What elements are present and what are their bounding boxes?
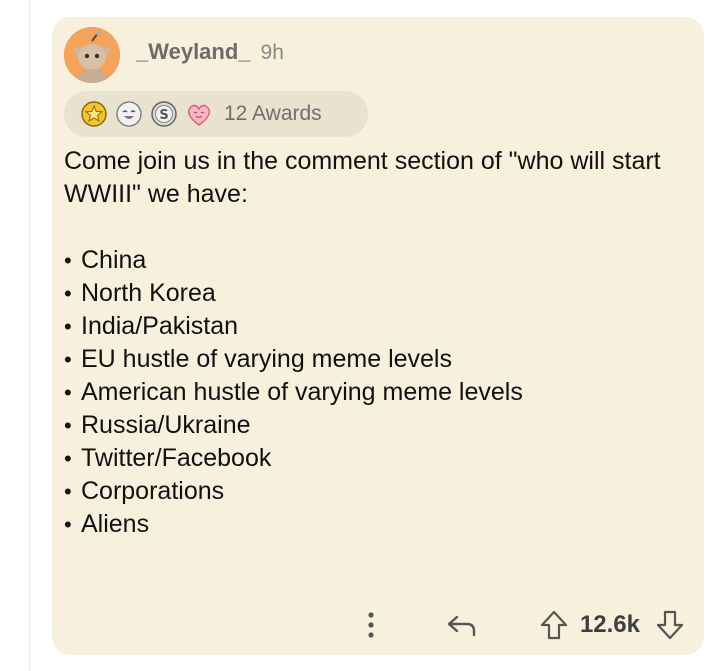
- snoo-avatar-icon: [64, 27, 120, 83]
- thread-line: [29, 0, 30, 671]
- comment-timestamp: 9h: [260, 41, 284, 64]
- gold-star-award-icon: [80, 100, 108, 128]
- list-item-text: EU hustle of varying meme levels: [81, 345, 452, 373]
- awards-pill[interactable]: S 12 Awards: [64, 91, 368, 137]
- list-item-text: Corporations: [81, 477, 225, 505]
- upvote-arrow-icon: [540, 610, 568, 640]
- svg-text:S: S: [159, 108, 168, 123]
- list-item-text: North Korea: [81, 279, 216, 307]
- list-item-text: Twitter/Facebook: [81, 444, 272, 472]
- list-item: • American hustle of varying meme levels: [64, 376, 692, 409]
- list-item: • EU hustle of varying meme levels: [64, 343, 692, 376]
- list-item: • Corporations: [64, 475, 692, 508]
- reply-arrow-icon: [447, 615, 476, 637]
- list-item: • Aliens: [64, 508, 692, 541]
- downvote-arrow-icon: [656, 610, 684, 640]
- awards-count: 12 Awards: [224, 102, 322, 125]
- comment-header: _Weyland_ 9h: [136, 39, 284, 69]
- list-item: • Twitter/Facebook: [64, 442, 692, 475]
- list-item-text: India/Pakistan: [81, 312, 239, 340]
- laughing-face-award-icon: [115, 100, 143, 128]
- bullet-mark: •: [64, 479, 72, 504]
- more-options-button[interactable]: [354, 603, 388, 647]
- upvote-button[interactable]: [536, 603, 572, 647]
- bullet-list: • China • North Korea • India/Pakistan • EU …: [64, 244, 692, 541]
- comment-actions: 12.6k: [354, 603, 688, 647]
- list-item: • China: [64, 244, 692, 277]
- list-item-text: American hustle of varying meme levels: [81, 378, 523, 406]
- vertical-dots-icon: [368, 612, 374, 638]
- bullet-mark: •: [64, 446, 72, 471]
- bullet-mark: •: [64, 413, 72, 438]
- silver-coin-award-icon: S: [150, 100, 178, 128]
- bullet-mark: •: [64, 512, 72, 537]
- downvote-button[interactable]: [652, 603, 688, 647]
- bullet-mark: •: [64, 248, 72, 273]
- list-item-text: Russia/Ukraine: [81, 411, 251, 439]
- bullet-mark: •: [64, 380, 72, 405]
- list-item: • India/Pakistan: [64, 310, 692, 343]
- bullet-mark: •: [64, 347, 72, 372]
- comment-intro: Come join us in the comment section of "…: [64, 147, 661, 208]
- list-item: • North Korea: [64, 277, 692, 310]
- list-item-text: Aliens: [81, 510, 150, 538]
- reply-button[interactable]: [440, 603, 484, 647]
- username-link[interactable]: _Weyland_: [136, 39, 251, 65]
- heart-face-award-icon: [185, 100, 213, 128]
- list-item: • Russia/Ukraine: [64, 409, 692, 442]
- list-item-text: China: [81, 246, 147, 274]
- vote-score: 12.6k: [579, 611, 640, 638]
- comment-body: Come join us in the comment section of "…: [64, 145, 692, 541]
- bullet-mark: •: [64, 281, 72, 306]
- bullet-mark: •: [64, 314, 72, 339]
- user-avatar[interactable]: [64, 27, 120, 83]
- comment-card: _Weyland_ 9h S 12 Awards Come join us in…: [52, 17, 704, 655]
